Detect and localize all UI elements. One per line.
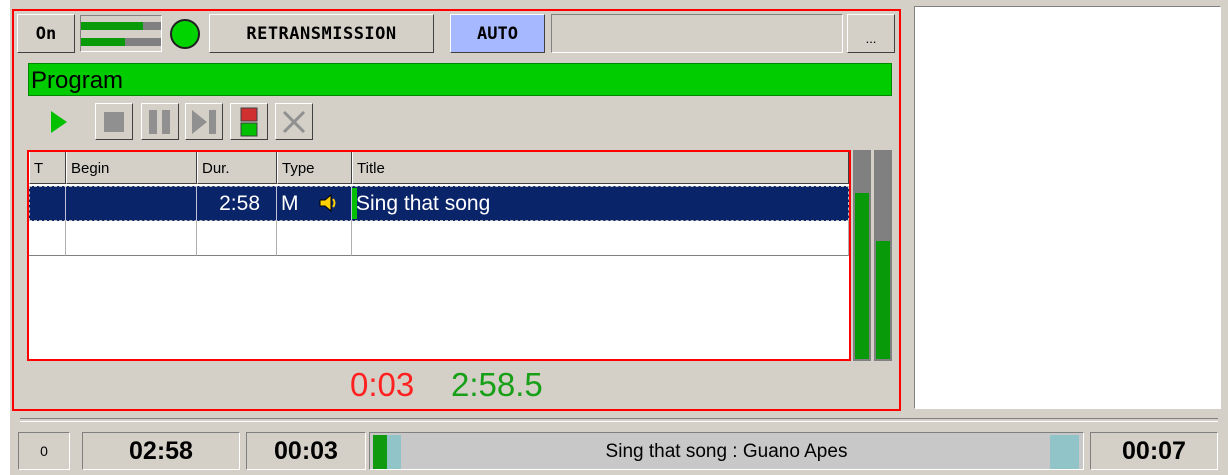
split-icon — [240, 107, 258, 136]
column-header-title[interactable]: Title — [352, 152, 849, 184]
cell-t — [29, 221, 66, 256]
status-remaining: 00:07 — [1090, 432, 1218, 470]
elapsed-time: 0:03 — [350, 366, 415, 403]
level-meter-upper-rest — [143, 22, 161, 30]
column-header-type[interactable]: Type — [277, 152, 352, 184]
cell-begin — [66, 186, 197, 221]
more-button[interactable]: ... — [847, 14, 895, 53]
column-header-begin[interactable]: Begin — [66, 152, 197, 184]
remaining-time: 2:58.5 — [451, 366, 543, 403]
vu-meter-left-fill — [855, 193, 869, 359]
cell-title: Sing that song — [352, 186, 849, 221]
next-icon — [192, 109, 216, 134]
cell-type: M — [277, 186, 352, 221]
speaker-icon — [319, 193, 336, 213]
cell-begin — [66, 221, 197, 256]
vu-meter-right — [874, 150, 892, 361]
retransmission-button[interactable]: RETRANSMISSION — [209, 14, 434, 53]
stop-icon — [104, 111, 124, 132]
cell-duration: 2:58 — [197, 186, 277, 221]
status-divider — [20, 418, 1218, 422]
split-button[interactable] — [230, 103, 268, 140]
stop-button[interactable] — [95, 103, 133, 140]
status-duration: 02:58 — [82, 432, 240, 470]
column-header-t[interactable]: T — [29, 152, 66, 184]
cell-title — [352, 221, 849, 256]
cell-type — [277, 221, 352, 256]
playlist-table[interactable]: T Begin Dur. Type Title 2:58 M Sing that… — [27, 150, 851, 361]
column-header-duration[interactable]: Dur. — [197, 152, 277, 184]
table-row[interactable]: 2:58 M Sing that song — [29, 186, 849, 221]
play-icon — [51, 110, 67, 133]
auto-button[interactable]: AUTO — [450, 14, 545, 53]
level-meter-lower-rest — [125, 38, 161, 46]
now-playing-text: Sing that song : Guano Apes — [605, 441, 848, 462]
now-playing-bar: Sing that song : Guano Apes — [369, 432, 1084, 470]
program-title-bar: Program — [28, 63, 892, 96]
status-position: 00:03 — [246, 432, 366, 470]
cue-marker — [352, 188, 357, 219]
status-index: 0 — [18, 432, 70, 470]
playlist-header: T Begin Dur. Type Title — [29, 152, 849, 184]
vu-meter-left — [853, 150, 871, 361]
cell-duration — [197, 221, 277, 256]
pause-button[interactable] — [141, 103, 179, 140]
level-meter-upper — [81, 22, 143, 30]
cell-type-label: M — [281, 192, 299, 215]
info-field — [551, 14, 843, 53]
level-meter-lower — [81, 38, 125, 46]
status-led — [170, 19, 200, 49]
delete-icon — [282, 110, 306, 133]
cell-title-text: Sing that song — [356, 192, 491, 215]
table-row[interactable] — [29, 221, 849, 256]
level-meter — [80, 15, 162, 52]
delete-button[interactable] — [275, 103, 313, 140]
next-button[interactable] — [185, 103, 223, 140]
side-panel — [914, 6, 1221, 409]
on-button[interactable]: On — [17, 14, 75, 53]
play-button[interactable] — [40, 103, 78, 140]
pause-icon — [149, 109, 170, 134]
vu-meter-right-fill — [876, 241, 890, 359]
cell-t — [29, 186, 66, 221]
